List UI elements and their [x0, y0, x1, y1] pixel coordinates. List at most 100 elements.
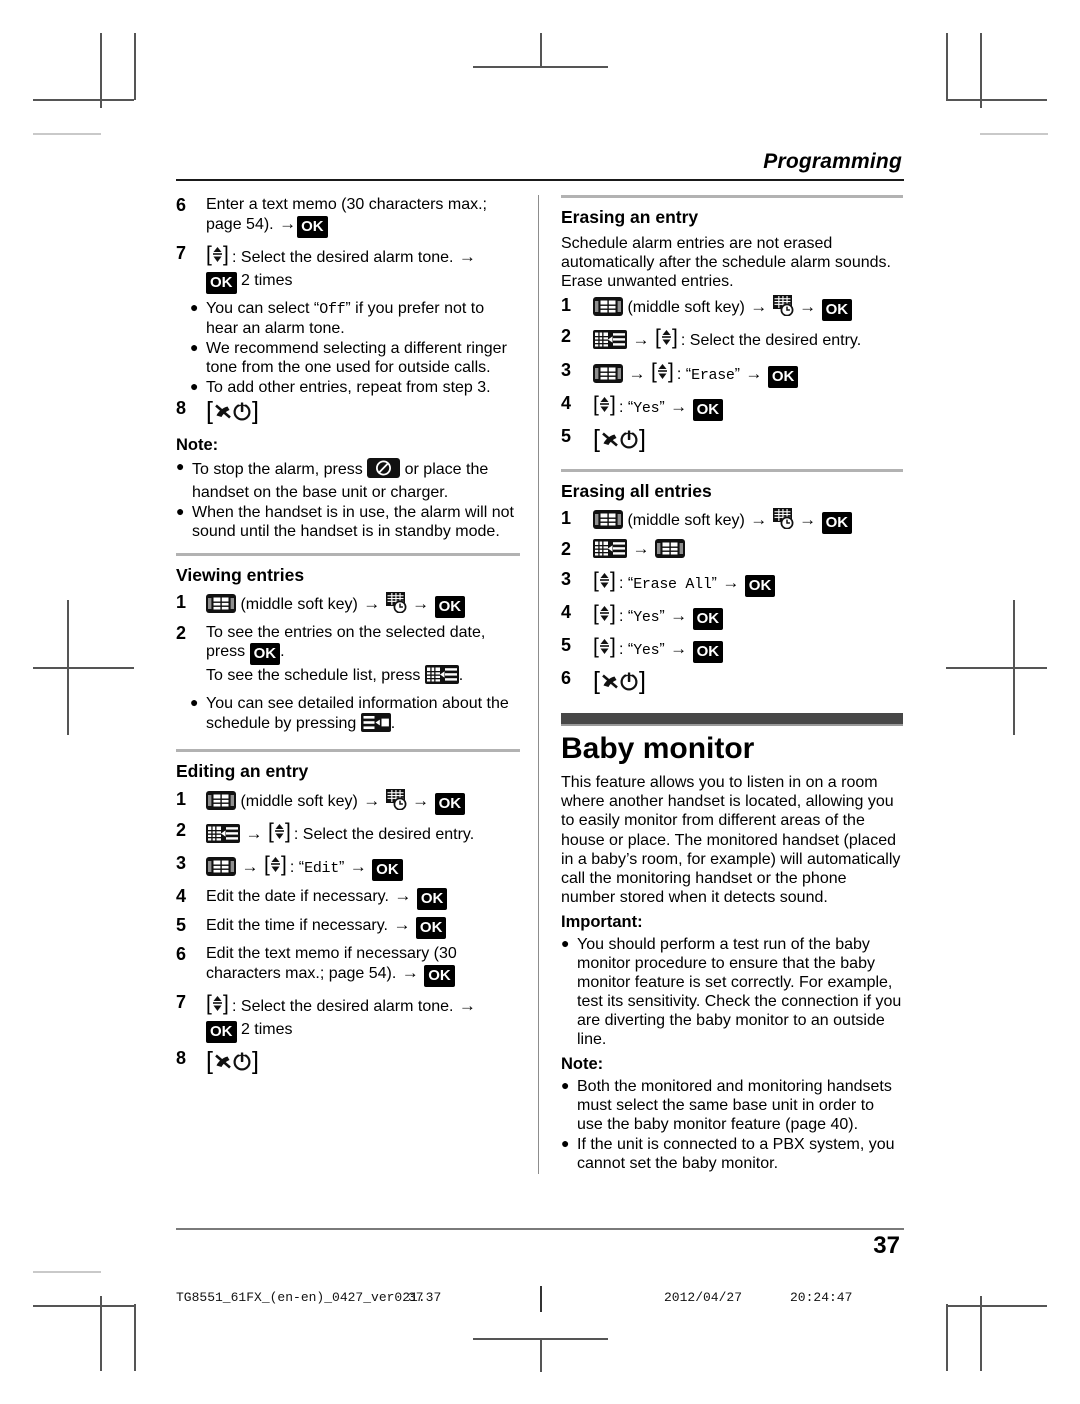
step-text: (middle soft key) — [236, 595, 363, 613]
numbered-step: 4 []: “Yes” → OK — [561, 602, 903, 630]
right-arrow-icon: → — [279, 214, 297, 234]
numbered-step: 2 → []: Select the desired entry. — [561, 326, 903, 354]
step-body: → — [593, 539, 903, 563]
svg-text:[: [ — [206, 992, 212, 1015]
step-body: [] — [206, 397, 520, 429]
step-number: 3 — [561, 359, 572, 380]
alarm-final-step: 8 [] — [176, 397, 520, 429]
numbered-step: 3 → []: “Edit” → OK — [176, 853, 520, 881]
ok-soft-key-badge[interactable]: OK — [424, 965, 455, 988]
step-text: ” — [659, 607, 670, 625]
schedule-clock-icon — [772, 508, 794, 534]
step-number: 6 — [176, 195, 187, 215]
numbered-step: 2 To see the entries on the selected date… — [176, 623, 520, 689]
right-arrow-icon: → — [799, 297, 817, 317]
step-text: To stop the alarm, press — [192, 460, 368, 478]
step-number: 1 — [176, 788, 187, 809]
step-body: [] — [206, 1047, 520, 1079]
step-number: 4 — [561, 601, 572, 622]
right-arrow-icon: → — [363, 790, 381, 810]
footer-divider — [540, 1286, 542, 1312]
ok-soft-key-badge[interactable]: OK — [744, 574, 776, 597]
ok-soft-key-badge[interactable]: OK — [434, 792, 466, 815]
step-text — [817, 512, 821, 529]
step-body: → []: “Edit” → OK — [206, 853, 520, 881]
ok-soft-key-badge[interactable]: OK — [692, 641, 724, 664]
step-number: 2 — [561, 326, 572, 347]
ok-soft-key-badge[interactable]: OK — [249, 643, 281, 666]
navigator-key-icon: [] — [593, 602, 619, 630]
step-number: 3 — [176, 852, 187, 873]
bullet-dot-icon: ● — [561, 934, 570, 951]
svg-text:[: [ — [206, 243, 212, 266]
alarm-bullets: ● You can select “Off” if you prefer not … — [190, 299, 520, 397]
numbered-step: 1 (middle soft key) → → OK — [176, 788, 520, 815]
ok-soft-key-badge[interactable]: OK — [692, 607, 724, 630]
editing-steps: 1 (middle soft key) → → OK 2 → []: Select… — [176, 788, 520, 1080]
svg-text:[: [ — [206, 1048, 213, 1074]
step-text — [817, 299, 821, 316]
numbered-step: 4 Edit the date if necessary. → OK — [176, 886, 520, 911]
step-text: : Select the desired entry. — [680, 332, 862, 350]
ok-soft-key-badge[interactable]: OK — [821, 512, 853, 535]
step-number: 5 — [561, 425, 572, 446]
soft-key-icon — [206, 856, 236, 881]
soft-key-icon — [593, 510, 623, 534]
section-divider — [561, 195, 903, 198]
schedule-clock-icon — [772, 295, 794, 321]
step-text — [430, 596, 434, 613]
right-arrow-icon: → — [349, 856, 367, 876]
bullet-item: ● You can select “Off” if you prefer not … — [190, 299, 520, 338]
step-text: . — [390, 715, 396, 733]
numbered-step: 6 Enter a text memo (30 characters max.; … — [176, 195, 520, 239]
ok-soft-key-badge[interactable]: OK — [372, 858, 403, 881]
svg-text:[: [ — [206, 398, 213, 424]
step-body: []: “Yes” → OK — [593, 635, 903, 664]
right-arrow-icon: → — [241, 856, 259, 876]
note-label-left: Note: — [176, 435, 219, 454]
bullet-dot-icon: ● — [190, 378, 199, 395]
step-body: []: “Yes” → OK — [593, 393, 903, 421]
schedule-list-icon — [593, 330, 627, 354]
numbered-step: 2 → — [561, 539, 903, 563]
step-text: ” — [338, 858, 349, 876]
viewing-steps: 1 (middle soft key) → → OK 2 To see the en… — [176, 591, 520, 690]
ok-soft-key-badge[interactable]: OK — [767, 365, 799, 388]
ok-soft-key-badge[interactable]: OK — [297, 216, 328, 239]
step-text: : Select the desired entry. — [293, 825, 475, 843]
ok-soft-key-badge[interactable]: OK — [821, 299, 853, 322]
right-arrow-icon: → — [401, 963, 419, 983]
ok-soft-key-badge[interactable]: OK — [434, 595, 466, 618]
svg-text:[: [ — [593, 393, 599, 416]
bullet-item: ● Both the monitored and monitoring hands… — [561, 1077, 903, 1134]
erasing-entry-steps: 1 (middle soft key) → → OK 2 → []: Select… — [561, 295, 903, 457]
lcd-menu-text: Yes — [633, 642, 660, 660]
numbered-step: 1 (middle soft key) → → OK — [561, 295, 903, 322]
ok-soft-key-badge[interactable]: OK — [416, 888, 448, 911]
left-column: 6 Enter a text memo (30 characters max.; … — [176, 195, 538, 1174]
step-text: To see the entries on the selected date,… — [206, 623, 486, 661]
right-column: Erasing an entry Schedule alarm entries … — [538, 195, 903, 1174]
ok-soft-key-badge[interactable]: OK — [415, 917, 447, 940]
hangup-power-key-icon: [] — [206, 1047, 262, 1079]
step-number: 1 — [176, 591, 187, 612]
numbered-step: 5 []: “Yes” → OK — [561, 635, 903, 664]
bullet-item: ● If the unit is connected to a PBX syste… — [561, 1135, 903, 1173]
right-arrow-icon: → — [363, 593, 381, 613]
ok-soft-key-badge[interactable]: OK — [206, 272, 237, 295]
bullet-item: ● To stop the alarm, press or place the h… — [176, 457, 520, 502]
bullet-item: ● To add other entries, repeat from step … — [190, 378, 520, 397]
numbered-step: 6 Edit the text memo if necessary (30 cha… — [176, 944, 520, 988]
ok-soft-key-badge[interactable]: OK — [692, 398, 724, 421]
step-text: : “ — [619, 574, 634, 592]
svg-text:]: ] — [639, 668, 646, 694]
bullet-text: To stop the alarm, press or place the ha… — [192, 457, 520, 502]
soft-key-icon — [206, 593, 236, 618]
bullet-dot-icon: ● — [561, 1076, 570, 1093]
ok-soft-key-badge[interactable]: OK — [206, 1021, 237, 1044]
hangup-power-key-icon: [] — [593, 425, 649, 457]
step-body: Enter a text memo (30 characters max.; p… — [206, 195, 520, 239]
navigator-key-icon: [] — [206, 992, 232, 1020]
navigator-key-icon: [] — [206, 243, 232, 271]
numbered-step: 5 Edit the time if necessary. → OK — [176, 915, 520, 940]
